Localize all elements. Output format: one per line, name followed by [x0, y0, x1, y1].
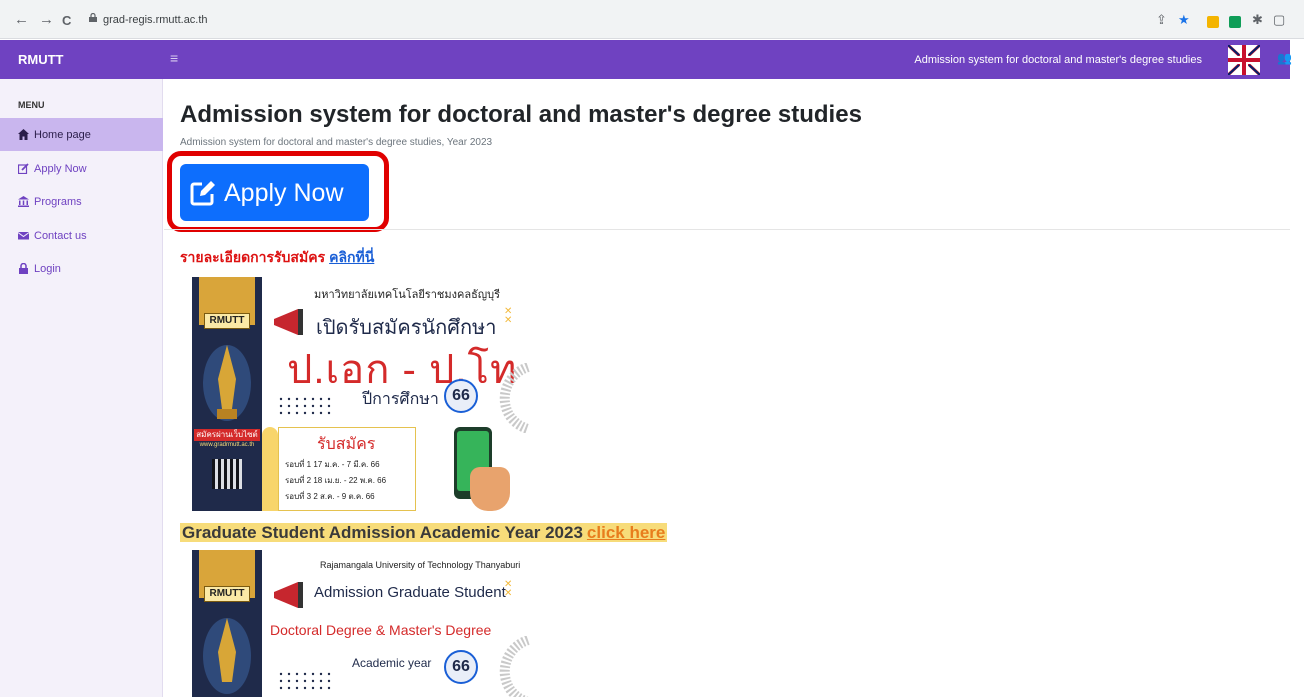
english-details-line: Graduate Student Admission Academic Year… [180, 523, 668, 545]
poster-university: มหาวิทยาลัยเทคโนโลยีราชมงคลธัญบุรี [314, 289, 501, 301]
english-details-text: Graduate Student Admission Academic Year… [180, 523, 585, 542]
user-icon[interactable]: 👥 [1277, 51, 1292, 65]
swirl-decoration-icon [499, 363, 531, 433]
apply-now-button[interactable]: Apply Now [180, 164, 369, 221]
envelope-icon [18, 232, 29, 240]
brand-logo[interactable]: RMUTT [18, 52, 64, 67]
dots-decoration-icon [279, 672, 331, 690]
poster-side-panel: RMUTT [192, 550, 262, 697]
sidebar-item-label: Home page [34, 129, 91, 141]
bookmark-star-icon[interactable]: ★ [1178, 13, 1190, 26]
poster-year-label: ปีการศึกษา [362, 391, 439, 408]
puzzle-icon[interactable]: ✱ [1252, 13, 1263, 26]
sidebar: MENU Home page Apply Now Programs Contac… [0, 79, 163, 697]
hand-icon [470, 467, 510, 511]
sidebar-heading: MENU [18, 100, 45, 110]
swirl-decoration-icon [499, 636, 531, 697]
lock-icon [89, 13, 97, 22]
poster-round: รอบที่ 3 2 ส.ค. - 9 ต.ค. 66 [285, 492, 375, 501]
poster-year-badge: 66 [444, 379, 478, 413]
browser-toolbar: ← → C grad-regis.rmutt.ac.th ⇪ ★ ✱ ▢ [0, 0, 1304, 39]
poster-university: Rajamangala University of Technology Tha… [320, 560, 521, 570]
sidebar-item-login[interactable]: Login [0, 252, 163, 285]
sidepanel-icon[interactable]: ▢ [1273, 13, 1285, 26]
address-bar[interactable]: grad-regis.rmutt.ac.th [103, 14, 208, 26]
apply-now-label: Apply Now [224, 179, 344, 207]
back-arrow-icon[interactable]: ← [14, 12, 29, 27]
sidebar-item-label: Apply Now [34, 163, 87, 175]
poster-headline: Admission Graduate Student [314, 584, 506, 601]
share-icon[interactable]: ⇪ [1156, 13, 1167, 26]
poster-side-panel: RMUTT สมัครผ่านเว็บไซต์ www.gradrmutt.ac… [192, 277, 262, 511]
hamburger-menu-icon[interactable]: ≡ [170, 50, 178, 66]
sidebar-item-home[interactable]: Home page [0, 118, 163, 151]
dots-decoration-icon [279, 397, 331, 415]
decor-x-icon: ✕ ✕ [504, 306, 513, 326]
poster-round: รอบที่ 1 17 ม.ค. - 7 มี.ค. 66 [285, 460, 380, 469]
sidebar-item-programs[interactable]: Programs [0, 185, 163, 218]
page-subtitle: Admission system for doctoral and master… [180, 137, 493, 148]
uk-flag-icon[interactable] [1228, 45, 1260, 75]
thai-details-link[interactable]: คลิกที่นี่ [329, 249, 374, 265]
sidebar-item-label: Login [34, 263, 61, 275]
reload-icon[interactable]: C [62, 13, 71, 28]
megaphone-icon [274, 582, 303, 608]
sidebar-item-contact[interactable]: Contact us [0, 219, 163, 252]
header-title: Admission system for doctoral and master… [914, 54, 1202, 66]
main-content: Admission system for doctoral and master… [164, 79, 1290, 697]
extension-yellow-icon[interactable] [1207, 16, 1219, 28]
page-title: Admission system for doctoral and master… [180, 101, 862, 128]
temple-emblem-icon [203, 618, 251, 694]
sidebar-item-label: Contact us [34, 230, 87, 242]
sidebar-item-label: Programs [34, 196, 82, 208]
poster-register: รับสมัคร [317, 436, 376, 453]
rmutt-logo: RMUTT [204, 586, 250, 602]
edit-icon [18, 163, 29, 174]
bank-icon [18, 196, 29, 207]
divider [164, 229, 1290, 230]
poster-round: รอบที่ 2 18 เม.ย. - 22 พ.ค. 66 [285, 476, 387, 485]
rmutt-logo: RMUTT [204, 313, 250, 329]
home-icon [18, 129, 29, 140]
poster-cream-pillar [262, 427, 278, 511]
forward-arrow-icon[interactable]: → [39, 12, 54, 27]
temple-emblem-icon [203, 345, 251, 421]
thai-admission-poster[interactable]: RMUTT สมัครผ่านเว็บไซต์ www.gradrmutt.ac… [192, 277, 534, 511]
thai-details-text: รายละเอียดการรับสมัคร [180, 249, 326, 265]
poster-year-label: Academic year [352, 656, 432, 670]
sidebar-item-apply[interactable]: Apply Now [0, 152, 163, 185]
apply-online-banner: สมัครผ่านเว็บไซต์ [194, 429, 260, 441]
thai-details-line: รายละเอียดการรับสมัคร คลิกที่นี่ [180, 247, 374, 269]
extension-green-icon[interactable] [1229, 16, 1241, 28]
poster-year-badge: 66 [444, 650, 478, 684]
registration-box: รับสมัคร รอบที่ 1 17 ม.ค. - 7 มี.ค. 66 ร… [278, 427, 416, 511]
english-details-link[interactable]: click here [584, 523, 668, 542]
decor-x-icon: ✕ ✕ [504, 579, 513, 599]
megaphone-icon [274, 309, 303, 335]
edit-icon [190, 181, 215, 206]
app-header: RMUTT ≡ Admission system for doctoral an… [0, 40, 1292, 79]
qr-code-icon [212, 459, 242, 489]
lock-icon [19, 263, 28, 274]
poster-degrees: Doctoral Degree & Master's Degree [270, 622, 492, 638]
english-admission-poster[interactable]: RMUTT Rajamangala University of Technolo… [192, 550, 534, 697]
poster-website: www.gradrmutt.ac.th [199, 442, 255, 448]
